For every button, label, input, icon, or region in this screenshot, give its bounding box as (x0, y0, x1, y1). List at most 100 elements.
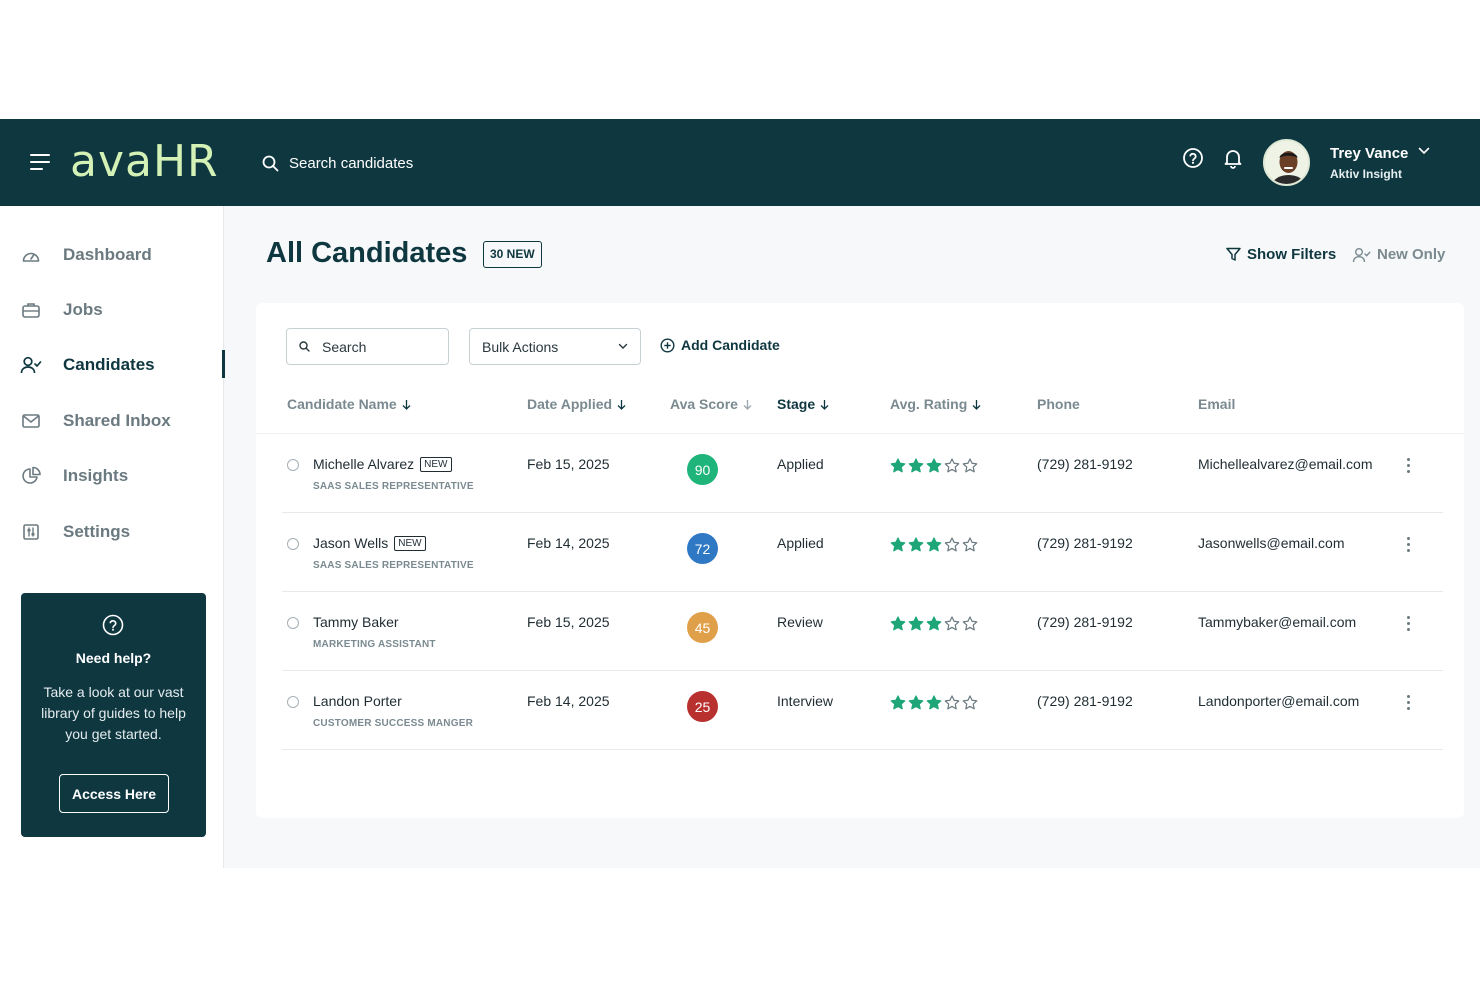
star-filled-icon[interactable] (908, 537, 924, 552)
table-row[interactable]: Jason Wells NEW SAAS SALES REPRESENTATIV… (282, 513, 1443, 592)
arrow-down-icon (402, 399, 411, 410)
rating-stars[interactable] (890, 616, 978, 631)
table-row[interactable]: Michelle Alvarez NEW SAAS SALES REPRESEN… (282, 434, 1443, 513)
row-select-radio[interactable] (287, 617, 299, 629)
star-filled-icon[interactable] (890, 537, 906, 552)
sidebar-item-settings[interactable]: Settings (20, 517, 224, 547)
more-options-icon[interactable] (1405, 616, 1411, 632)
add-candidate-button[interactable]: Add Candidate (660, 337, 780, 353)
candidate-role: SAAS SALES REPRESENTATIVE (313, 481, 474, 492)
sidebar-item-label: Dashboard (63, 245, 152, 264)
star-empty-icon[interactable] (944, 695, 960, 710)
row-select-radio[interactable] (287, 459, 299, 471)
row-select-radio[interactable] (287, 696, 299, 708)
star-filled-icon[interactable] (890, 458, 906, 473)
filter-icon (1226, 247, 1241, 261)
star-filled-icon[interactable] (908, 695, 924, 710)
app-root: avaHR Search candidates Trey Vance Aktiv (0, 119, 1480, 868)
candidate-role: SAAS SALES REPRESENTATIVE (313, 560, 474, 571)
star-empty-icon[interactable] (962, 616, 978, 631)
star-filled-icon[interactable] (908, 616, 924, 631)
phone: (729) 281-9192 (1037, 693, 1133, 709)
sidebar-item-candidates[interactable]: Candidates (20, 350, 225, 380)
arrow-down-icon (743, 399, 752, 410)
star-filled-icon[interactable] (890, 695, 906, 710)
candidate-name[interactable]: Tammy Baker (313, 614, 399, 630)
chevron-down-icon[interactable] (1418, 147, 1430, 155)
sidebar-item-dashboard[interactable]: Dashboard (20, 240, 224, 270)
date-applied: Feb 14, 2025 (527, 693, 610, 709)
user-menu[interactable]: Trey Vance Aktiv Insight (1263, 139, 1430, 186)
date-applied: Feb 15, 2025 (527, 456, 610, 472)
table-row[interactable]: Tammy Baker MARKETING ASSISTANT Feb 15, … (282, 592, 1443, 671)
email[interactable]: Jasonwells@email.com (1198, 535, 1344, 551)
star-filled-icon[interactable] (890, 616, 906, 631)
phone: (729) 281-9192 (1037, 456, 1133, 472)
candidate-role: MARKETING ASSISTANT (313, 639, 436, 650)
row-select-radio[interactable] (287, 538, 299, 550)
candidates-card: Search Bulk Actions Add Candidate Candid… (256, 303, 1464, 818)
chevron-down-icon (618, 343, 628, 349)
show-filters-button[interactable]: Show Filters (1226, 246, 1336, 263)
ava-score-badge: 45 (687, 612, 718, 643)
rating-stars[interactable] (890, 537, 978, 552)
sidebar-item-label: Insights (63, 466, 129, 485)
column-header-name[interactable]: Candidate Name (287, 396, 411, 412)
email[interactable]: Michellealvarez@email.com (1198, 456, 1373, 472)
sidebar-item-jobs[interactable]: Jobs (20, 295, 224, 325)
star-empty-icon[interactable] (962, 537, 978, 552)
star-filled-icon[interactable] (926, 616, 942, 631)
search-icon (262, 155, 279, 171)
search-icon (299, 341, 310, 352)
star-filled-icon[interactable] (926, 695, 942, 710)
star-empty-icon[interactable] (944, 616, 960, 631)
star-filled-icon[interactable] (926, 537, 942, 552)
briefcase-icon (20, 299, 42, 321)
bulk-actions-label: Bulk Actions (482, 338, 559, 355)
column-header-rating[interactable]: Avg. Rating (890, 396, 981, 412)
star-filled-icon[interactable] (926, 458, 942, 473)
candidate-name[interactable]: Jason Wells NEW (313, 535, 426, 551)
more-options-icon[interactable] (1405, 695, 1411, 711)
column-header-phone: Phone (1037, 396, 1080, 412)
more-options-icon[interactable] (1405, 458, 1411, 474)
user-org: Aktiv Insight (1330, 166, 1403, 181)
pie-chart-icon (20, 465, 42, 487)
candidate-role: CUSTOMER SUCCESS MANGER (313, 718, 473, 729)
help-icon[interactable] (1182, 147, 1204, 169)
rating-stars[interactable] (890, 695, 978, 710)
user-check-icon (20, 354, 42, 376)
star-empty-icon[interactable] (944, 458, 960, 473)
column-header-date[interactable]: Date Applied (527, 396, 626, 412)
access-here-button[interactable]: Access Here (59, 774, 169, 813)
star-empty-icon[interactable] (962, 458, 978, 473)
star-empty-icon[interactable] (944, 537, 960, 552)
new-count-badge: 30 NEW (483, 241, 542, 268)
show-filters-label: Show Filters (1247, 246, 1337, 263)
table-row[interactable]: Landon Porter CUSTOMER SUCCESS MANGER Fe… (282, 671, 1443, 750)
column-header-stage[interactable]: Stage (777, 396, 829, 412)
stage: Review (777, 614, 823, 630)
candidate-name[interactable]: Michelle Alvarez NEW (313, 456, 452, 472)
star-empty-icon[interactable] (962, 695, 978, 710)
candidate-name[interactable]: Landon Porter (313, 693, 402, 709)
star-filled-icon[interactable] (908, 458, 924, 473)
top-bar: avaHR Search candidates Trey Vance Aktiv (0, 119, 1480, 206)
sidebar-item-insights[interactable]: Insights (20, 461, 224, 491)
sidebar-item-shared-inbox[interactable]: Shared Inbox (20, 406, 224, 436)
email[interactable]: Landonporter@email.com (1198, 693, 1359, 709)
bell-icon[interactable] (1222, 147, 1244, 169)
new-only-toggle[interactable]: New Only (1352, 246, 1445, 263)
column-header-score[interactable]: Ava Score (670, 396, 752, 412)
help-icon (102, 614, 124, 636)
top-search[interactable]: Search candidates (262, 150, 413, 176)
email[interactable]: Tammybaker@email.com (1198, 614, 1356, 630)
gauge-icon (20, 244, 42, 266)
bulk-actions-select[interactable]: Bulk Actions (469, 328, 641, 365)
table-search-input[interactable]: Search (286, 328, 449, 365)
user-name: Trey Vance (1330, 144, 1409, 162)
logo[interactable]: avaHR (70, 137, 219, 187)
menu-icon[interactable] (30, 154, 50, 170)
rating-stars[interactable] (890, 458, 978, 473)
more-options-icon[interactable] (1405, 537, 1411, 553)
